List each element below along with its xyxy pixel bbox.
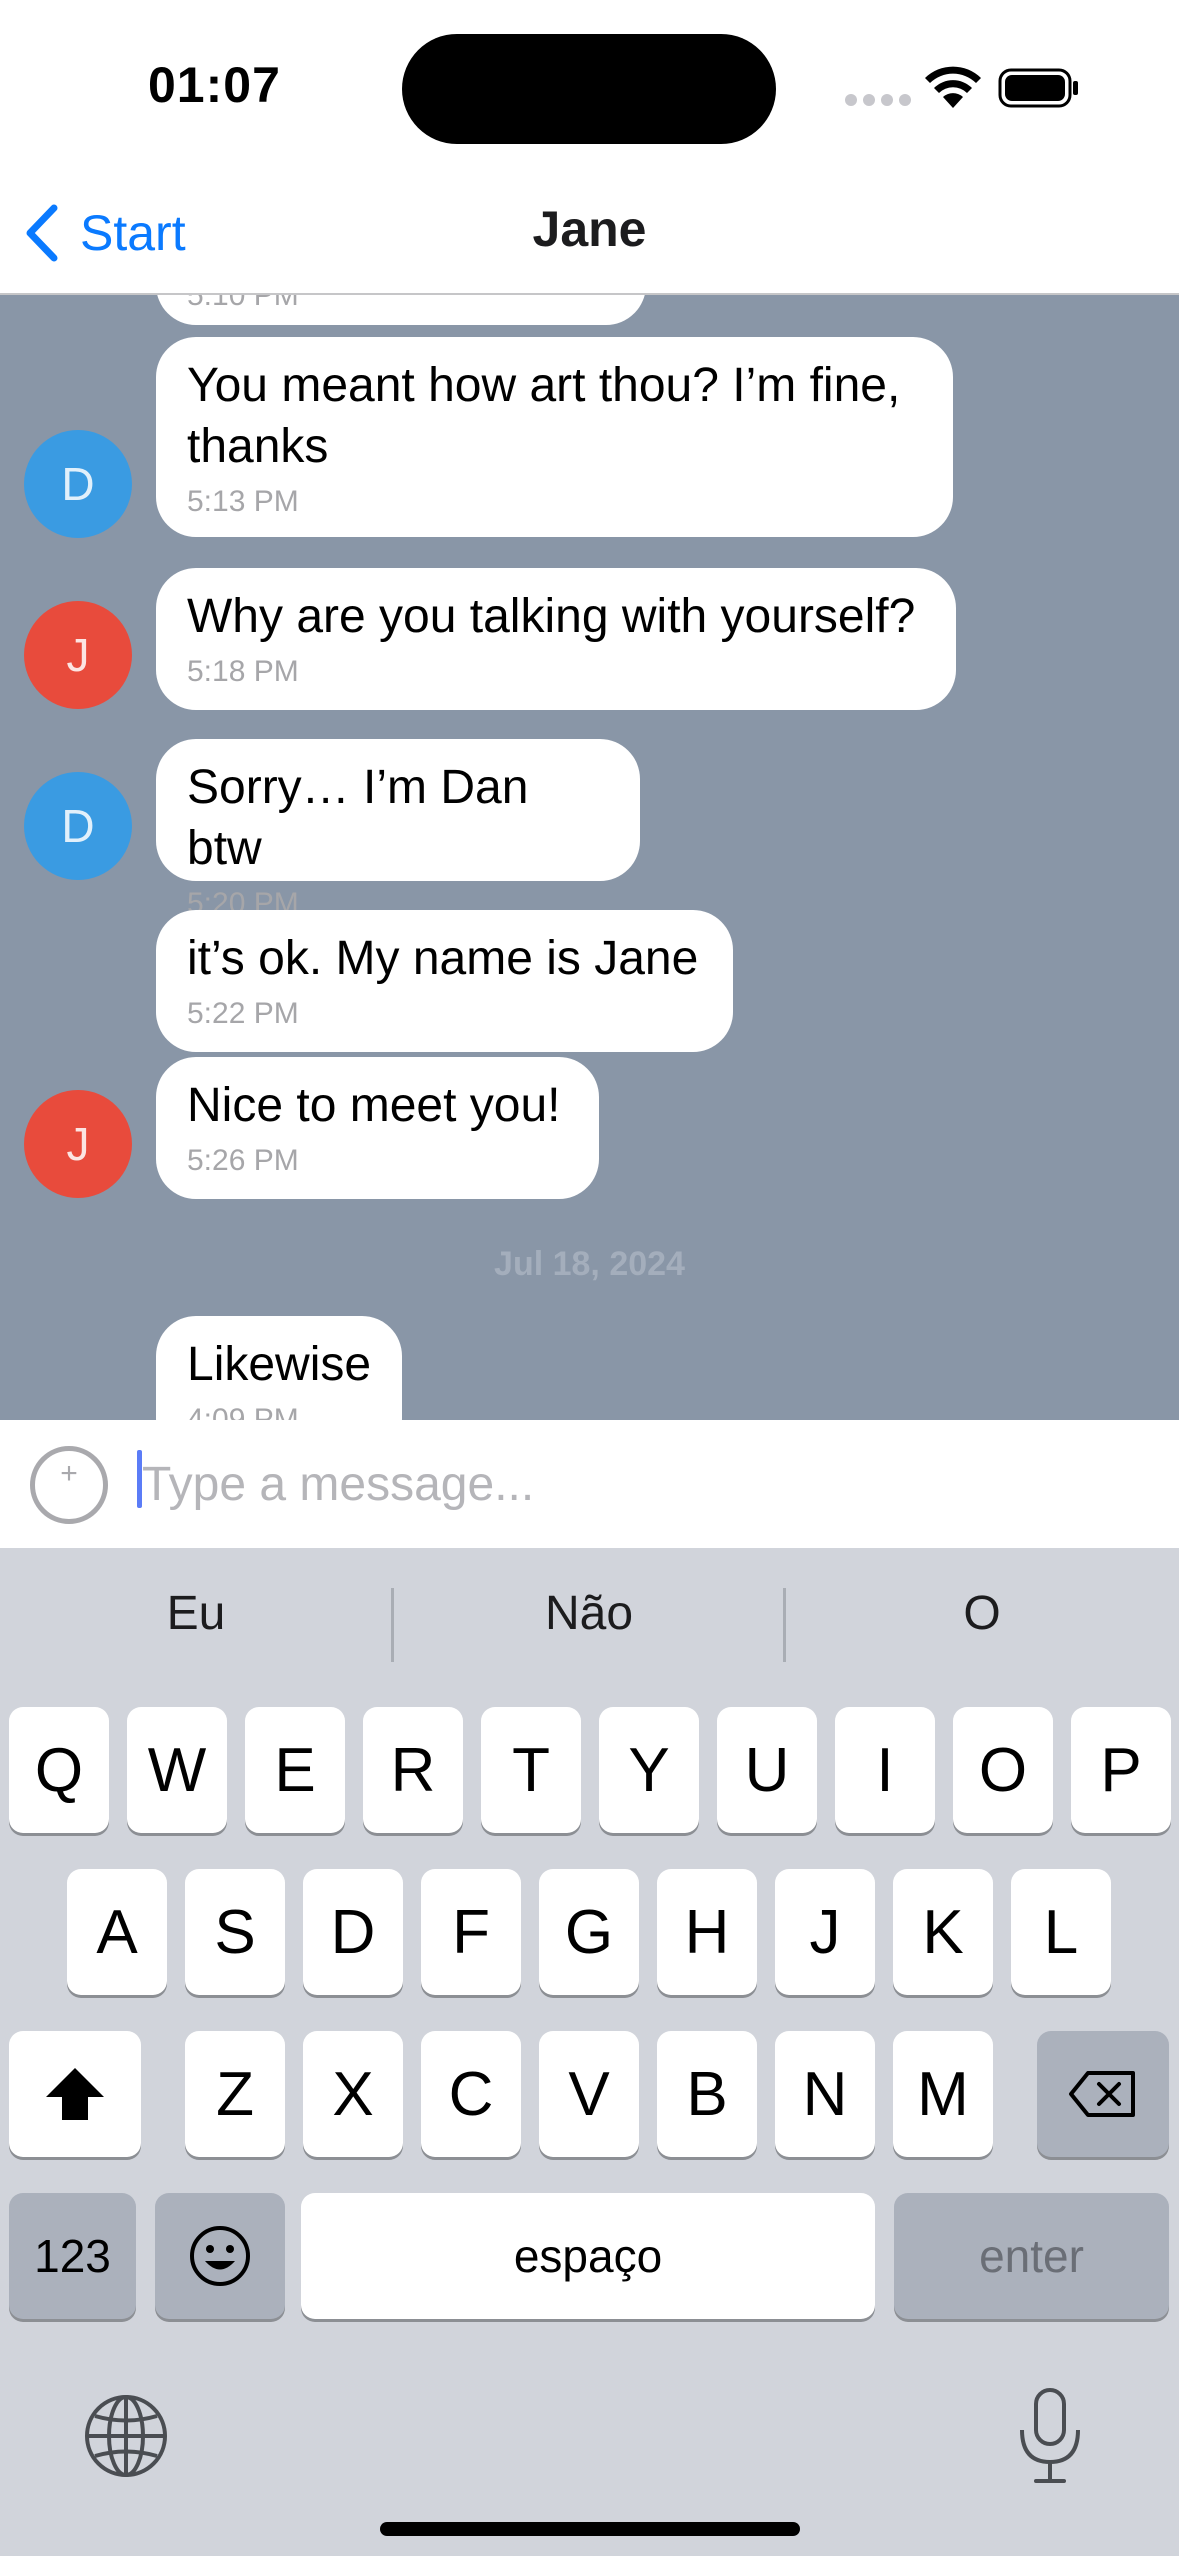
wifi-icon [925,66,981,108]
key-f[interactable]: F [421,1869,521,1995]
key-e[interactable]: E [245,1707,345,1833]
key-h[interactable]: H [657,1869,757,1995]
key-x[interactable]: X [303,2031,403,2157]
message-bubble[interactable]: 5:10 PM [156,295,646,325]
backspace-icon [1069,2071,1135,2117]
space-key[interactable]: espaço [301,2193,875,2319]
message-bubble[interactable]: Sorry… I’m Dan btw 5:20 PM [156,739,640,920]
key-r[interactable]: R [363,1707,463,1833]
key-s[interactable]: S [185,1869,285,1995]
delete-key[interactable] [1037,2031,1169,2157]
avatar[interactable]: J [24,601,132,709]
enter-key[interactable]: enter [894,2193,1169,2319]
message-bubble[interactable]: it’s ok. My name is Jane 5:22 PM [156,910,733,1052]
shift-icon [46,2068,104,2120]
add-attachment-button[interactable]: + [30,1446,108,1524]
message-bubble[interactable]: Nice to meet you! 5:26 PM [156,1057,599,1199]
suggestion-bar: Eu Não O [0,1548,1179,1703]
avatar[interactable]: D [24,430,132,538]
key-o[interactable]: O [953,1707,1053,1833]
numbers-key[interactable]: 123 [9,2193,136,2319]
dynamic-island [402,34,776,144]
navigation-bar: Start Jane [0,170,1179,295]
avatar[interactable]: J [24,1090,132,1198]
message-time: 5:13 PM [187,485,299,518]
message-time: 5:10 PM [187,295,299,312]
cellular-signal-icon [845,94,911,106]
home-indicator[interactable] [380,2522,800,2536]
avatar[interactable]: D [24,772,132,880]
key-q[interactable]: Q [9,1707,109,1833]
key-y[interactable]: Y [599,1707,699,1833]
message-text: Sorry… I’m Dan btw [187,761,542,875]
message-time: 5:18 PM [187,655,299,688]
message-text: You meant how art thou? I’m fine, thanks [187,359,914,473]
suggestion-item[interactable]: O [786,1586,1178,1641]
key-z[interactable]: Z [185,2031,285,2157]
key-b[interactable]: B [657,2031,757,2157]
battery-icon [998,68,1078,108]
page-title: Jane [532,201,647,257]
emoji-key[interactable] [155,2193,285,2319]
keyboard: Eu Não O Q W E R T Y U I O P A S D F G H… [0,1548,1179,2556]
date-separator: Jul 18, 2024 [494,1245,685,1283]
key-i[interactable]: I [835,1707,935,1833]
key-n[interactable]: N [775,2031,875,2157]
message-composer: + [0,1420,1179,1548]
status-time: 01:07 [148,57,281,113]
message-bubble[interactable]: You meant how art thou? I’m fine, thanks… [156,337,953,537]
message-bubble[interactable]: Why are you talking with yourself? 5:18 … [156,568,956,710]
key-l[interactable]: L [1011,1869,1111,1995]
plus-icon: + [60,1457,78,1490]
key-d[interactable]: D [303,1869,403,1995]
key-p[interactable]: P [1071,1707,1171,1833]
text-caret [137,1450,142,1508]
key-t[interactable]: T [481,1707,581,1833]
status-bar: 01:07 [0,0,1179,170]
message-text: it’s ok. My name is Jane [187,932,699,985]
message-text: Nice to meet you! [187,1079,561,1132]
message-text: Why are you talking with yourself? [187,590,916,643]
key-j[interactable]: J [775,1869,875,1995]
message-time: 4:09 PM [187,1403,299,1420]
key-c[interactable]: C [421,2031,521,2157]
message-time: 5:26 PM [187,1144,299,1177]
emoji-icon [190,2226,250,2286]
message-time: 5:22 PM [187,997,299,1030]
key-a[interactable]: A [67,1869,167,1995]
shift-key[interactable] [9,2031,141,2157]
suggestion-item[interactable]: Não [393,1586,785,1641]
key-k[interactable]: K [893,1869,993,1995]
message-input[interactable] [136,1444,1136,1524]
globe-icon[interactable] [82,2392,170,2480]
key-u[interactable]: U [717,1707,817,1833]
key-w[interactable]: W [127,1707,227,1833]
key-v[interactable]: V [539,2031,639,2157]
chat-messages[interactable]: 5:10 PM D You meant how art thou? I’m fi… [0,295,1179,1420]
message-bubble[interactable]: Likewise 4:09 PM [156,1316,402,1420]
message-text: Likewise [187,1338,372,1391]
key-g[interactable]: G [539,1869,639,1995]
microphone-icon[interactable] [1014,2386,1086,2486]
key-m[interactable]: M [893,2031,993,2157]
suggestion-item[interactable]: Eu [0,1586,392,1641]
